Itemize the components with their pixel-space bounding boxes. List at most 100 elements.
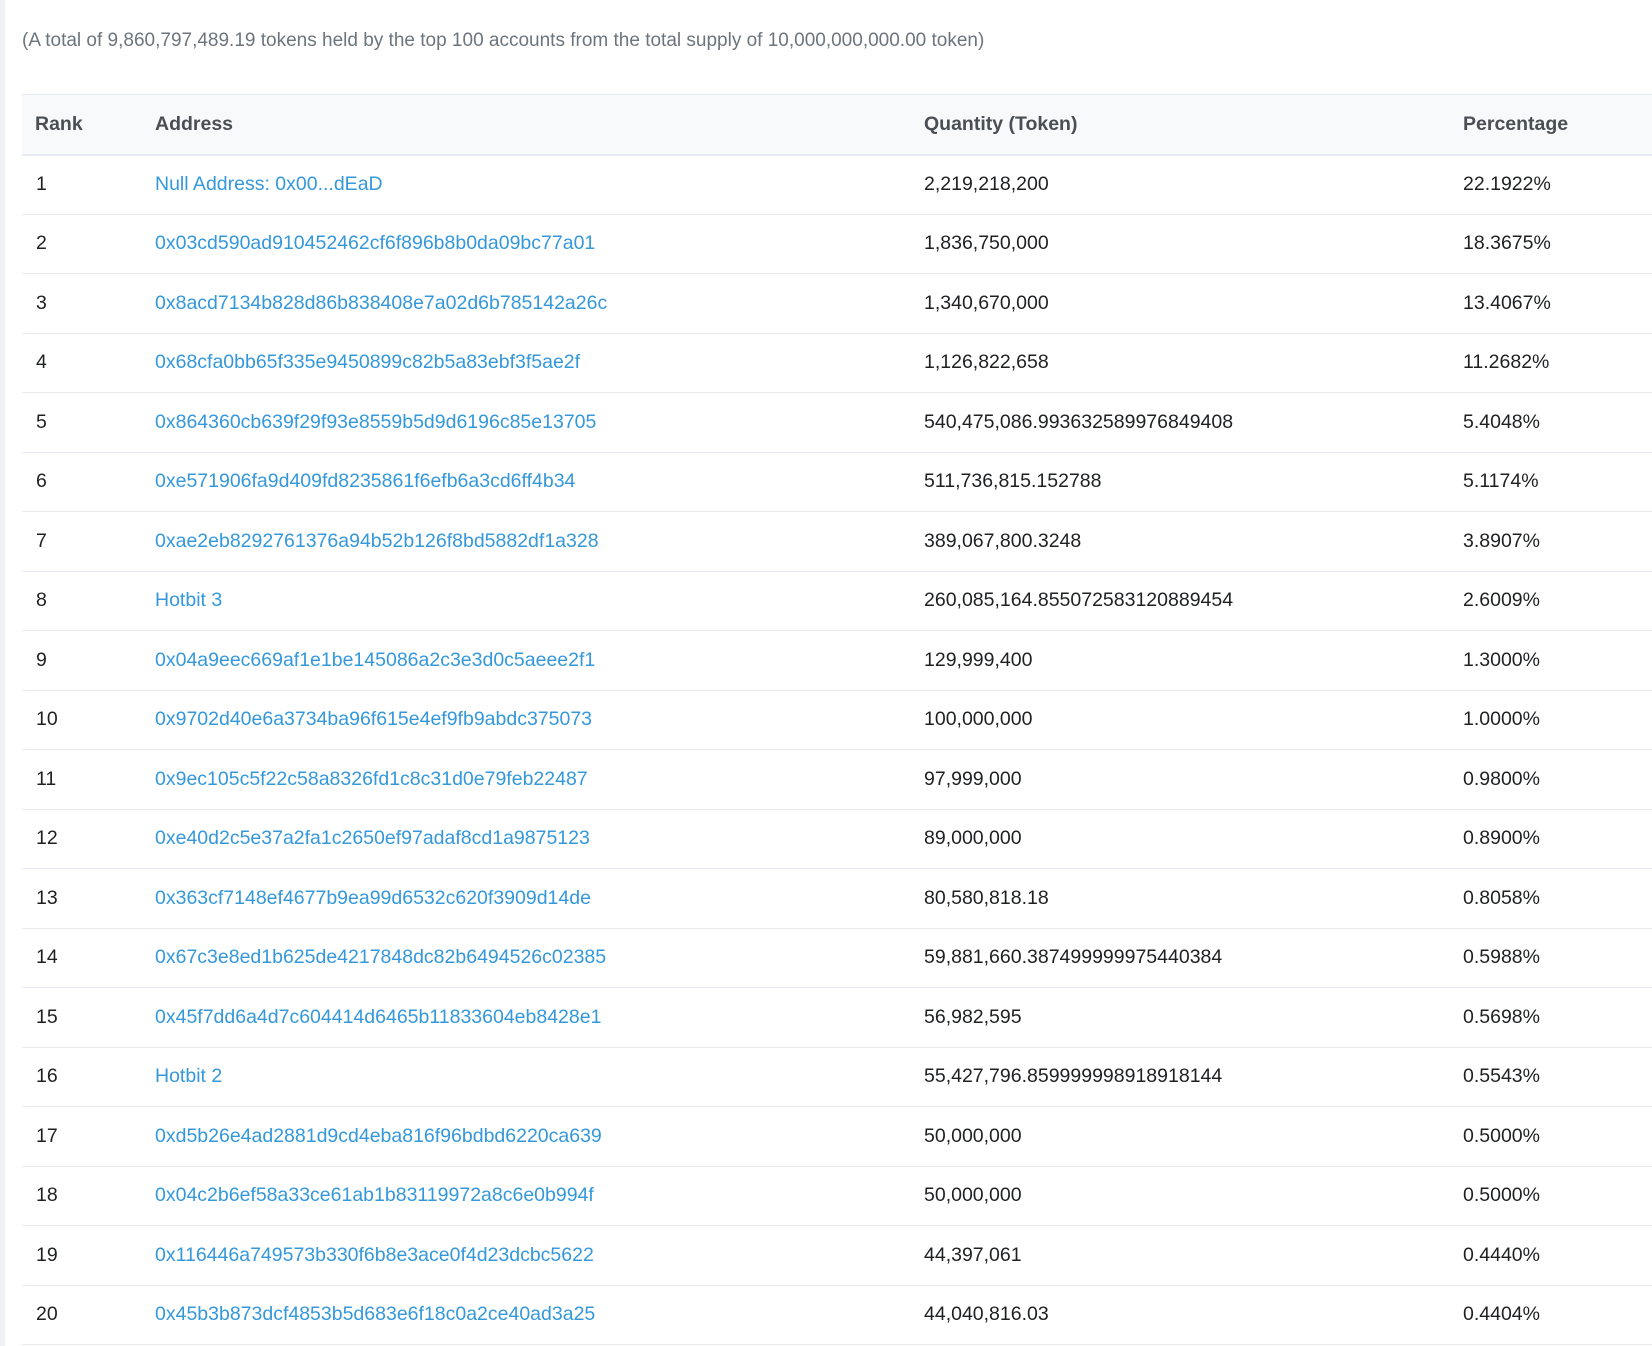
rank-cell: 16	[22, 1047, 142, 1107]
quantity-cell: 1,126,822,658	[911, 333, 1450, 393]
address-cell: 0xe40d2c5e37a2fa1c2650ef97adaf8cd1a98751…	[142, 809, 911, 869]
table-row: 5 0x864360cb639f29f93e8559b5d9d6196c85e13…	[22, 392, 1652, 453]
table-body: 1 Null Address: 0x00...dEaD 2,219,218,200 2…	[22, 154, 1652, 1345]
address-cell: 0x116446a749573b330f6b8e3ace0f4d23dcbc56…	[142, 1225, 911, 1286]
rank-cell: 19	[22, 1225, 142, 1286]
address-link[interactable]: 0x03cd590ad910452462cf6f896b8b0da09bc77a…	[155, 232, 595, 254]
address-link[interactable]: 0x363cf7148ef4677b9ea99d6532c620f3909d14…	[155, 887, 591, 909]
address-link[interactable]: 0x8acd7134b828d86b838408e7a02d6b785142a2…	[155, 292, 607, 314]
rank-cell: 12	[22, 809, 142, 869]
table-row: 10 0x9702d40e6a3734ba96f615e4ef9fb9abdc37…	[22, 690, 1652, 750]
quantity-cell: 260,085,164.855072583120889454	[911, 571, 1450, 631]
rank-cell: 8	[22, 571, 142, 631]
column-header-address: Address	[142, 94, 911, 156]
percentage-cell: 3.8907%	[1450, 511, 1652, 572]
rank-cell: 11	[22, 749, 142, 810]
percentage-cell: 0.5988%	[1450, 928, 1652, 988]
address-link[interactable]: Hotbit 2	[155, 1065, 222, 1087]
quantity-cell: 129,999,400	[911, 630, 1450, 691]
quantity-cell: 540,475,086.993632589976849408	[911, 392, 1450, 453]
address-link[interactable]: 0x67c3e8ed1b625de4217848dc82b6494526c023…	[155, 946, 606, 968]
percentage-cell: 0.5543%	[1450, 1047, 1652, 1107]
address-link[interactable]: 0xe40d2c5e37a2fa1c2650ef97adaf8cd1a98751…	[155, 827, 590, 849]
table-row: 3 0x8acd7134b828d86b838408e7a02d6b785142a…	[22, 273, 1652, 334]
address-cell: Hotbit 2	[142, 1047, 911, 1107]
percentage-cell: 5.4048%	[1450, 392, 1652, 453]
table-row: 1 Null Address: 0x00...dEaD 2,219,218,200 2…	[22, 154, 1652, 215]
table-row: 13 0x363cf7148ef4677b9ea99d6532c620f3909d…	[22, 868, 1652, 929]
address-link[interactable]: Hotbit 3	[155, 589, 222, 611]
table-row: 2 0x03cd590ad910452462cf6f896b8b0da09bc77…	[22, 214, 1652, 274]
percentage-cell: 0.5698%	[1450, 987, 1652, 1048]
address-cell: 0x04c2b6ef58a33ce61ab1b83119972a8c6e0b99…	[142, 1166, 911, 1226]
address-link[interactable]: 0xd5b26e4ad2881d9cd4eba816f96bdbd6220ca6…	[155, 1125, 602, 1147]
quantity-cell: 50,000,000	[911, 1106, 1450, 1167]
percentage-cell: 0.5000%	[1450, 1106, 1652, 1167]
rank-cell: 17	[22, 1106, 142, 1167]
table-header-row: Rank Address Quantity (Token) Percentage	[22, 94, 1652, 156]
rank-cell: 6	[22, 452, 142, 512]
percentage-cell: 0.8058%	[1450, 868, 1652, 929]
table-row: 7 0xae2eb8292761376a94b52b126f8bd5882df1a…	[22, 511, 1652, 572]
address-link[interactable]: 0x45b3b873dcf4853b5d683e6f18c0a2ce40ad3a…	[155, 1303, 595, 1325]
address-link[interactable]: Null Address: 0x00...dEaD	[155, 173, 383, 195]
table-row: 12 0xe40d2c5e37a2fa1c2650ef97adaf8cd1a987…	[22, 809, 1652, 869]
rank-cell: 2	[22, 214, 142, 274]
table-row: 19 0x116446a749573b330f6b8e3ace0f4d23dcbc…	[22, 1225, 1652, 1286]
address-link[interactable]: 0x9702d40e6a3734ba96f615e4ef9fb9abdc3750…	[155, 708, 592, 730]
address-cell: 0xd5b26e4ad2881d9cd4eba816f96bdbd6220ca6…	[142, 1106, 911, 1167]
rank-cell: 10	[22, 690, 142, 750]
address-cell: 0x68cfa0bb65f335e9450899c82b5a83ebf3f5ae…	[142, 333, 911, 393]
table-row: 20 0x45b3b873dcf4853b5d683e6f18c0a2ce40ad…	[22, 1285, 1652, 1345]
rank-cell: 9	[22, 630, 142, 691]
address-cell: 0x04a9eec669af1e1be145086a2c3e3d0c5aeee2…	[142, 630, 911, 691]
address-cell: 0x9ec105c5f22c58a8326fd1c8c31d0e79feb224…	[142, 749, 911, 810]
quantity-cell: 1,340,670,000	[911, 273, 1450, 334]
address-cell: 0x8acd7134b828d86b838408e7a02d6b785142a2…	[142, 273, 911, 334]
percentage-cell: 18.3675%	[1450, 214, 1652, 274]
address-cell: Null Address: 0x00...dEaD	[142, 154, 911, 215]
percentage-cell: 0.5000%	[1450, 1166, 1652, 1226]
percentage-cell: 1.3000%	[1450, 630, 1652, 691]
holders-summary: (A total of 9,860,797,489.19 tokens held…	[22, 30, 985, 51]
percentage-cell: 5.1174%	[1450, 452, 1652, 512]
quantity-cell: 97,999,000	[911, 749, 1450, 810]
address-link[interactable]: 0x864360cb639f29f93e8559b5d9d6196c85e137…	[155, 411, 596, 433]
quantity-cell: 55,427,796.859999998918918144	[911, 1047, 1450, 1107]
address-link[interactable]: 0xe571906fa9d409fd8235861f6efb6a3cd6ff4b…	[155, 470, 575, 492]
table-row: 17 0xd5b26e4ad2881d9cd4eba816f96bdbd6220c…	[22, 1106, 1652, 1167]
rank-cell: 4	[22, 333, 142, 393]
rank-cell: 1	[22, 154, 142, 215]
address-cell: 0x9702d40e6a3734ba96f615e4ef9fb9abdc3750…	[142, 690, 911, 750]
table-row: 8 Hotbit 3 260,085,164.855072583120889454 2…	[22, 571, 1652, 631]
address-link[interactable]: 0x04a9eec669af1e1be145086a2c3e3d0c5aeee2…	[155, 649, 595, 671]
quantity-cell: 1,836,750,000	[911, 214, 1450, 274]
address-link[interactable]: 0x9ec105c5f22c58a8326fd1c8c31d0e79feb224…	[155, 768, 588, 790]
column-header-quantity: Quantity (Token)	[911, 94, 1450, 156]
quantity-cell: 44,040,816.03	[911, 1285, 1450, 1345]
page-left-edge	[0, 0, 5, 1346]
address-link[interactable]: 0x45f7dd6a4d7c604414d6465b11833604eb8428…	[155, 1006, 601, 1028]
address-cell: 0x864360cb639f29f93e8559b5d9d6196c85e137…	[142, 392, 911, 453]
percentage-cell: 11.2682%	[1450, 333, 1652, 393]
table-row: 15 0x45f7dd6a4d7c604414d6465b11833604eb84…	[22, 987, 1652, 1048]
address-link[interactable]: 0x116446a749573b330f6b8e3ace0f4d23dcbc56…	[155, 1244, 594, 1266]
quantity-cell: 50,000,000	[911, 1166, 1450, 1226]
table-row: 18 0x04c2b6ef58a33ce61ab1b83119972a8c6e0b…	[22, 1166, 1652, 1226]
quantity-cell: 511,736,815.152788	[911, 452, 1450, 512]
address-link[interactable]: 0xae2eb8292761376a94b52b126f8bd5882df1a3…	[155, 530, 599, 552]
rank-cell: 13	[22, 868, 142, 929]
address-link[interactable]: 0x04c2b6ef58a33ce61ab1b83119972a8c6e0b99…	[155, 1184, 594, 1206]
table-row: 11 0x9ec105c5f22c58a8326fd1c8c31d0e79feb2…	[22, 749, 1652, 810]
address-cell: 0x363cf7148ef4677b9ea99d6532c620f3909d14…	[142, 868, 911, 929]
token-holders-table: Rank Address Quantity (Token) Percentage…	[22, 94, 1652, 1345]
address-cell: 0x45b3b873dcf4853b5d683e6f18c0a2ce40ad3a…	[142, 1285, 911, 1345]
address-link[interactable]: 0x68cfa0bb65f335e9450899c82b5a83ebf3f5ae…	[155, 351, 580, 373]
address-cell: 0xe571906fa9d409fd8235861f6efb6a3cd6ff4b…	[142, 452, 911, 512]
rank-cell: 7	[22, 511, 142, 572]
quantity-cell: 100,000,000	[911, 690, 1450, 750]
table-row: 16 Hotbit 2 55,427,796.859999998918918144 0…	[22, 1047, 1652, 1107]
rank-cell: 14	[22, 928, 142, 988]
percentage-cell: 0.8900%	[1450, 809, 1652, 869]
rank-cell: 3	[22, 273, 142, 334]
